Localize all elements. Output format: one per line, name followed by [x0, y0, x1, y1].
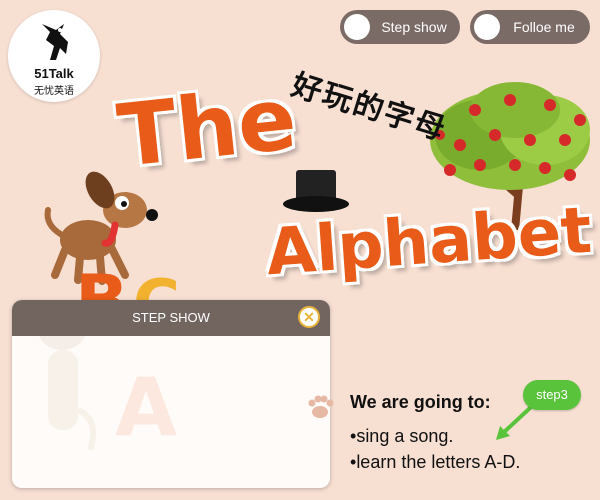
- toggle-knob: [344, 14, 370, 40]
- step-show-panel: STEP SHOW ✕: [12, 300, 330, 488]
- lesson-slide: B C A 51Talk 无忧英语 Step show Folloe me 好玩…: [0, 0, 600, 500]
- step-show-label: Step show: [381, 19, 447, 35]
- panel-header: STEP SHOW ✕: [12, 300, 330, 336]
- step-show-toggle[interactable]: Step show: [340, 10, 460, 44]
- panel-title: STEP SHOW: [132, 310, 210, 325]
- brand-logo: 51Talk 无忧英语: [8, 10, 100, 102]
- arrow-icon: [496, 406, 532, 440]
- follow-me-toggle[interactable]: Folloe me: [470, 10, 590, 44]
- step-badge: step3: [523, 380, 581, 410]
- dog-mascot-icon: [42, 24, 68, 60]
- chinese-title: 好玩的字母: [287, 67, 451, 148]
- goals-heading: We are going to:: [350, 392, 491, 412]
- brand-name: 51Talk: [34, 66, 74, 81]
- goal-text: learn the letters A-D.: [356, 452, 521, 472]
- title-word-the: The: [113, 68, 301, 188]
- follow-me-label: Folloe me: [513, 19, 575, 35]
- close-icon: ✕: [303, 309, 315, 325]
- paw-icon: [308, 395, 334, 418]
- goal-item: •sing a song.: [350, 426, 453, 447]
- top-hat-icon: [283, 170, 349, 212]
- brand-subtitle: 无忧英语: [34, 86, 74, 97]
- toggle-knob: [474, 14, 500, 40]
- goal-item: •learn the letters A-D.: [350, 452, 520, 473]
- close-button[interactable]: ✕: [298, 306, 320, 328]
- goal-text: sing a song.: [356, 426, 454, 446]
